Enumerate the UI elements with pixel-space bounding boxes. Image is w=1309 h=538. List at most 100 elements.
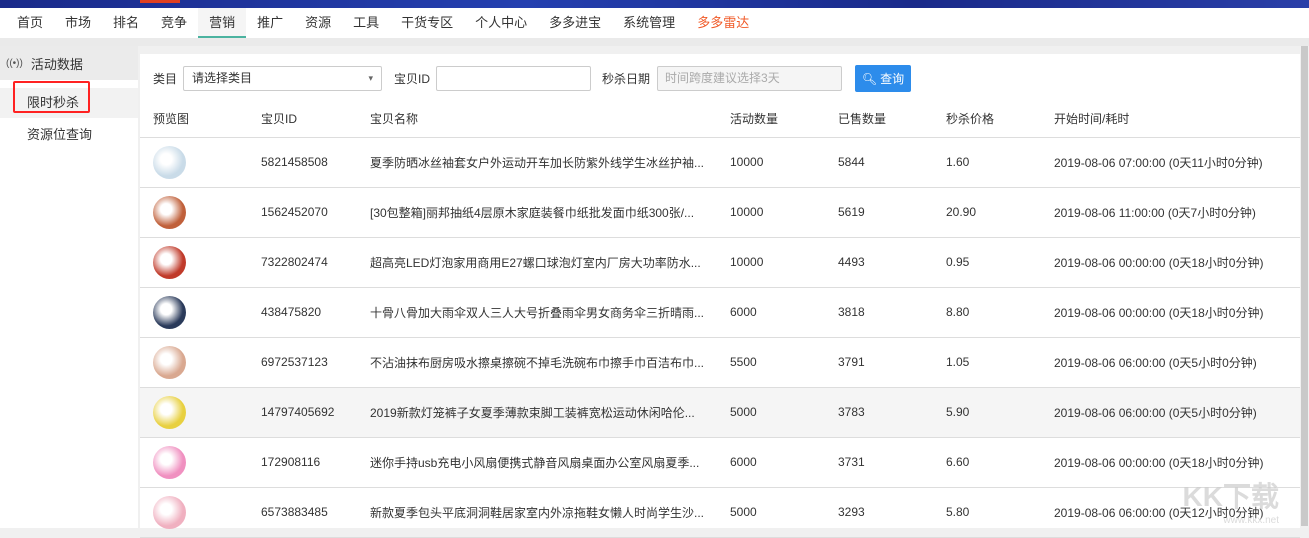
start-time-cell: 2019-08-06 06:00:00 (0天5小时0分钟) — [1041, 337, 1300, 388]
broadcast-icon: ((•)) — [6, 57, 23, 69]
activity-quantity-cell: 6000 — [717, 287, 825, 338]
table-row[interactable]: 172908116 迷你手持usb充电小风扇便携式静音风扇桌面办公室风扇夏季...… — [140, 437, 1300, 488]
search-label: 查询 — [880, 72, 905, 86]
search-icon: 🔍︎ — [861, 71, 878, 86]
item-id-cell: 6972537123 — [248, 337, 357, 388]
item-name-cell[interactable]: 新款夏季包头平底洞洞鞋居家室内外凉拖鞋女懒人时尚学生沙... — [357, 487, 717, 538]
nav-item[interactable]: 工具 — [342, 8, 390, 38]
preview-cell — [140, 387, 248, 438]
product-thumbnail[interactable] — [153, 345, 186, 379]
main-nav: 首页 市场 排名 竞争 营销 推广 资源 工具 干货专区 个人中心 多多进宝 系统管理 多多雷达 — [0, 8, 1309, 38]
column-header: 宝贝ID — [248, 101, 357, 138]
item-id-input[interactable] — [436, 66, 592, 91]
table-row[interactable]: 1562452070 [30包整箱]丽邦抽纸4层原木家庭装餐巾纸批发面巾纸300张… — [140, 187, 1300, 238]
highlight-box — [13, 81, 90, 113]
sold-quantity-cell: 5619 — [825, 187, 933, 238]
column-header: 宝贝名称 — [357, 101, 717, 138]
category-value: 请选择类目 — [192, 71, 253, 85]
column-header: 预览图 — [140, 101, 248, 138]
preview-cell — [140, 287, 248, 338]
scrollbar[interactable] — [1300, 46, 1309, 528]
item-name-cell[interactable]: 不沾油抹布厨房吸水擦桌擦碗不掉毛洗碗布巾擦手巾百洁布巾... — [357, 337, 717, 388]
activity-quantity-cell: 5000 — [717, 387, 825, 438]
main-panel: 类目 请选择类目 ▾ 宝贝ID 秒杀日期 时间跨度建议选择3天 🔍︎ 查询 预览图宝… — [140, 54, 1300, 538]
table-row[interactable]: 5821458508 夏季防晒冰丝袖套女户外运动开车加长防紫外线学生冰丝护袖...… — [140, 137, 1300, 188]
item-id-cell: 1562452070 — [248, 187, 357, 238]
nav-item[interactable]: 市场 — [54, 8, 102, 38]
divider — [0, 38, 1309, 46]
product-thumbnail[interactable] — [153, 245, 186, 279]
item-id-cell: 5821458508 — [248, 137, 357, 188]
product-thumbnail[interactable] — [153, 295, 186, 329]
item-name-cell[interactable]: [30包整箱]丽邦抽纸4层原木家庭装餐巾纸批发面巾纸300张/... — [357, 187, 717, 238]
watermark: KK下载 www.kkx.net — [1182, 481, 1279, 526]
item-name-cell[interactable]: 十骨八骨加大雨伞双人三人大号折叠雨伞男女商务伞三折晴雨... — [357, 287, 717, 338]
start-time-cell: 2019-08-06 06:00:00 (0天5小时0分钟) — [1041, 387, 1300, 438]
nav-item[interactable]: 竞争 — [150, 8, 198, 38]
nav-item[interactable]: 个人中心 — [464, 8, 538, 38]
preview-cell — [140, 237, 248, 288]
activity-quantity-cell: 5000 — [717, 487, 825, 538]
flash-price-cell: 0.95 — [933, 237, 1041, 288]
flash-price-cell: 6.60 — [933, 437, 1041, 488]
item-name-cell[interactable]: 夏季防晒冰丝袖套女户外运动开车加长防紫外线学生冰丝护袖... — [357, 137, 717, 188]
start-time-cell: 2019-08-06 00:00:00 (0天18小时0分钟) — [1041, 237, 1300, 288]
preview-cell — [140, 337, 248, 388]
sold-quantity-cell: 3783 — [825, 387, 933, 438]
top-banner — [0, 0, 1309, 8]
item-id-cell: 7322802474 — [248, 237, 357, 288]
chevron-down-icon: ▾ — [368, 73, 374, 83]
nav-item[interactable]: 干货专区 — [390, 8, 464, 38]
product-thumbnail[interactable] — [153, 445, 186, 479]
nav-item[interactable]: 首页 — [6, 8, 54, 38]
sidebar-item-resource-query[interactable]: 资源位查询 — [0, 120, 138, 150]
item-name-cell[interactable]: 迷你手持usb充电小风扇便携式静音风扇桌面办公室风扇夏季... — [357, 437, 717, 488]
nav-item[interactable]: 资源 — [294, 8, 342, 38]
table-row[interactable]: 14797405692 2019新款灯笼裤子女夏季薄款束脚工装裤宽松运动休闲哈伦.… — [140, 387, 1300, 438]
item-id-label: 宝贝ID — [394, 72, 431, 86]
flash-price-cell: 5.90 — [933, 387, 1041, 438]
item-name-cell[interactable]: 2019新款灯笼裤子女夏季薄款束脚工装裤宽松运动休闲哈伦... — [357, 387, 717, 438]
preview-cell — [140, 437, 248, 488]
item-id-cell: 438475820 — [248, 287, 357, 338]
table-row[interactable]: 6972537123 不沾油抹布厨房吸水擦桌擦碗不掉毛洗碗布巾擦手巾百洁布巾...… — [140, 337, 1300, 388]
table-row[interactable]: 6573883485 新款夏季包头平底洞洞鞋居家室内外凉拖鞋女懒人时尚学生沙...… — [140, 487, 1300, 538]
nav-item[interactable]: 排名 — [102, 8, 150, 38]
column-header: 已售数量 — [825, 101, 933, 138]
sold-quantity-cell: 5844 — [825, 137, 933, 188]
nav-item[interactable]: 推广 — [246, 8, 294, 38]
nav-item[interactable]: 多多雷达 — [686, 8, 760, 38]
sold-quantity-cell: 3818 — [825, 287, 933, 338]
sold-quantity-cell: 4493 — [825, 237, 933, 288]
product-thumbnail[interactable] — [153, 495, 186, 529]
column-header: 秒杀价格 — [933, 101, 1041, 138]
nav-item[interactable]: 多多进宝 — [538, 8, 612, 38]
nav-item[interactable]: 系统管理 — [612, 8, 686, 38]
date-range-input[interactable]: 时间跨度建议选择3天 — [657, 66, 843, 91]
column-header: 活动数量 — [717, 101, 825, 138]
category-label: 类目 — [153, 72, 178, 86]
table-row[interactable]: 7322802474 超高亮LED灯泡家用商用E27螺口球泡灯室内厂房大功率防水.… — [140, 237, 1300, 288]
flash-sale-table: 预览图 宝贝ID 宝贝名称 活动数量 已售数量 秒杀价格 开始时间/耗时 582145850… — [140, 101, 1300, 538]
product-thumbnail[interactable] — [153, 195, 186, 229]
table-row[interactable]: 438475820 十骨八骨加大雨伞双人三人大号折叠雨伞男女商务伞三折晴雨... 6… — [140, 287, 1300, 338]
flash-price-cell: 20.90 — [933, 187, 1041, 238]
activity-quantity-cell: 10000 — [717, 187, 825, 238]
filter-bar: 类目 请选择类目 ▾ 宝贝ID 秒杀日期 时间跨度建议选择3天 🔍︎ 查询 — [153, 65, 912, 92]
sidebar: ((•)) 活动数据 限时秒杀 资源位查询 — [0, 46, 138, 528]
flash-price-cell: 1.05 — [933, 337, 1041, 388]
product-thumbnail[interactable] — [153, 395, 186, 429]
item-name-cell[interactable]: 超高亮LED灯泡家用商用E27螺口球泡灯室内厂房大功率防水... — [357, 237, 717, 288]
item-id-cell: 172908116 — [248, 437, 357, 488]
preview-cell — [140, 187, 248, 238]
start-time-cell: 2019-08-06 11:00:00 (0天7小时0分钟) — [1041, 187, 1300, 238]
nav-item[interactable]: 营销 — [198, 8, 247, 38]
search-button[interactable]: 🔍︎ 查询 — [855, 65, 912, 92]
start-time-cell: 2019-08-06 07:00:00 (0天11小时0分钟) — [1041, 137, 1300, 188]
sidebar-group-activity-data[interactable]: ((•)) 活动数据 — [0, 46, 138, 80]
sold-quantity-cell: 3791 — [825, 337, 933, 388]
product-thumbnail[interactable] — [153, 145, 186, 179]
preview-cell — [140, 487, 248, 538]
sidebar-group-label: 活动数据 — [30, 56, 83, 72]
category-select[interactable]: 请选择类目 ▾ — [183, 66, 383, 91]
